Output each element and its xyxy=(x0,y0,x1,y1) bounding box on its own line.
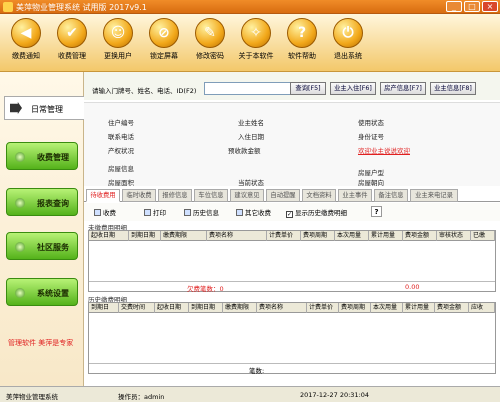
sidebar-item-settings[interactable]: 系统设置 xyxy=(6,278,78,306)
help-icon[interactable]: ? xyxy=(371,206,382,217)
owner-info-button[interactable]: 业主信息[F8] xyxy=(430,82,476,95)
pending-fees-table: 起收日期 到期日期 缴费期限 费项名称 计费单价 费项周期 本次用量 累计用量 … xyxy=(88,230,496,293)
tab-owner-events[interactable]: 业主事件 xyxy=(338,189,372,202)
sidebar-item-reports[interactable]: 报表查询 xyxy=(6,188,78,216)
print-action-button[interactable]: 打印 xyxy=(144,207,166,217)
action-bar: 收费 打印 历史信息 其它收费 ✓ 显示历史缴费明细 ? xyxy=(84,203,500,221)
toolbar-charge-button[interactable]: ✔ 收费管理 xyxy=(52,18,92,68)
info-icon: ✧ xyxy=(241,18,271,48)
title-bar: 美萍物业管理系统 试用版 2017v9.1 _ □ × xyxy=(0,0,500,14)
window-title: 美萍物业管理系统 试用版 2017v9.1 xyxy=(16,3,147,12)
sidebar-item-daily[interactable]: 日常管理 xyxy=(4,96,84,120)
check-icon: ✔ xyxy=(57,18,87,48)
search-row: 请输入门牌号、姓名、电话、ID(F2) 查询[F5] 业主入住[F6] 房产信息… xyxy=(84,72,500,100)
main-toolbar: ◀ 缴费通知 ✔ 收费管理 ☺ 更换用户 ⊘ 锁定屏幕 ✎ 修改密码 ✧ 关于本软件 ? 软件… xyxy=(0,14,500,72)
status-app-name: 美萍物业管理系统 xyxy=(6,393,58,401)
tab-notes[interactable]: 备注信息 xyxy=(374,189,408,202)
tab-strip: 待收费用 临时收费 报修信息 车位信息 建议意见 自动提醒 文档资料 业主事件 … xyxy=(84,189,500,202)
tab-repair[interactable]: 报修信息 xyxy=(158,189,192,202)
key-icon: ✎ xyxy=(195,18,225,48)
money-icon xyxy=(94,209,101,216)
help-icon: ? xyxy=(287,18,317,48)
power-icon: ⏻ xyxy=(333,18,363,48)
toolbar-change-password-button[interactable]: ✎ 修改密码 xyxy=(190,18,230,68)
user-icon: ☺ xyxy=(103,18,133,48)
tab-temp-charge[interactable]: 临时收费 xyxy=(122,189,156,202)
toolbar-lock-screen-button[interactable]: ⊘ 锁定屏幕 xyxy=(144,18,184,68)
query-button[interactable]: 查询[F5] xyxy=(290,82,326,95)
pending-summary-row: 欠费笔数：0 0.00 xyxy=(89,281,495,293)
bullet-icon xyxy=(15,242,25,252)
main-panel: 请输入门牌号、姓名、电话、ID(F2) 查询[F5] 业主入住[F6] 房产信息… xyxy=(84,72,500,386)
history-action-button[interactable]: 历史信息 xyxy=(184,207,219,217)
maximize-button[interactable]: □ xyxy=(464,1,480,12)
property-info-button[interactable]: 房产信息[F7] xyxy=(380,82,426,95)
history-table-header: 到期日 交费时间 起收日期 到期日期 缴费期限 费项名称 计费单价 费项周期 本… xyxy=(89,303,495,313)
bullet-icon xyxy=(15,198,25,208)
toolbar-switch-user-button[interactable]: ☺ 更换用户 xyxy=(98,18,138,68)
history-icon xyxy=(184,209,191,216)
status-datetime: 2017-12-27 20:31:04 xyxy=(300,391,370,399)
close-button[interactable]: × xyxy=(482,1,498,12)
bullet-icon xyxy=(15,288,25,298)
tab-parking[interactable]: 车位信息 xyxy=(194,189,228,202)
status-bar: 美萍物业管理系统 操作员：admin 2017-12-27 20:31:04 xyxy=(0,386,500,402)
search-label: 请输入门牌号、姓名、电话、ID(F2) xyxy=(92,87,197,95)
checkin-button[interactable]: 业主入住[F6] xyxy=(330,82,376,95)
toolbar-notify-button[interactable]: ◀ 缴费通知 xyxy=(6,18,46,68)
status-operator: 操作员：admin xyxy=(118,393,165,401)
pending-table-header: 起收日期 到期日期 缴费期限 费项名称 计费单价 费项周期 本次用量 累计用量 … xyxy=(89,231,495,241)
charge-action-button[interactable]: 收费 xyxy=(94,207,116,217)
arrow-left-icon: ◀ xyxy=(11,18,41,48)
other-charge-button[interactable]: 其它收费 xyxy=(236,207,271,217)
tab-call-log[interactable]: 业主来电记录 xyxy=(410,189,458,202)
history-table: 到期日 交费时间 起收日期 到期日期 缴费期限 费项名称 计费单价 费项周期 本… xyxy=(88,302,496,375)
owner-info-panel: 住户编号 业主姓名 使用状态 联系电话 入住日期 身份证号 产权状况 预收款金额… xyxy=(84,102,500,187)
history-count: 笔数: xyxy=(249,367,265,375)
sidebar-item-charge[interactable]: 收费管理 xyxy=(6,142,78,170)
tab-pending-fees[interactable]: 待收费用 xyxy=(86,189,120,202)
show-history-checkbox[interactable]: ✓ 显示历史缴费明细 xyxy=(286,207,347,218)
search-input[interactable] xyxy=(204,82,298,95)
toolbar-help-button[interactable]: ? 软件帮助 xyxy=(282,18,322,68)
app-icon xyxy=(3,2,13,12)
sidebar: 日常管理 收费管理 报表查询 社区服务 系统设置 管理软件 美萍是专家 xyxy=(0,72,84,386)
welcome-link[interactable]: 欢迎业主说说欢迎 xyxy=(358,145,410,155)
sidebar-item-community[interactable]: 社区服务 xyxy=(6,232,78,260)
arrow-right-icon xyxy=(10,102,22,114)
tab-reminders[interactable]: 自动提醒 xyxy=(266,189,300,202)
minimize-button[interactable]: _ xyxy=(446,1,462,12)
ad-text: 管理软件 美萍是专家 xyxy=(8,339,74,347)
pending-count: 欠费笔数：0 xyxy=(187,285,224,293)
printer-icon xyxy=(144,209,151,216)
tab-documents[interactable]: 文档资料 xyxy=(302,189,336,202)
pending-total: 0.00 xyxy=(405,283,420,291)
history-summary-row: 笔数: xyxy=(89,363,495,375)
coins-icon xyxy=(236,209,243,216)
toolbar-exit-button[interactable]: ⏻ 退出系统 xyxy=(328,18,368,68)
bullet-icon xyxy=(15,152,25,162)
toolbar-about-button[interactable]: ✧ 关于本软件 xyxy=(236,18,276,68)
lock-icon: ⊘ xyxy=(149,18,179,48)
tab-suggestions[interactable]: 建议意见 xyxy=(230,189,264,202)
checkbox-checked-icon: ✓ xyxy=(286,211,293,218)
